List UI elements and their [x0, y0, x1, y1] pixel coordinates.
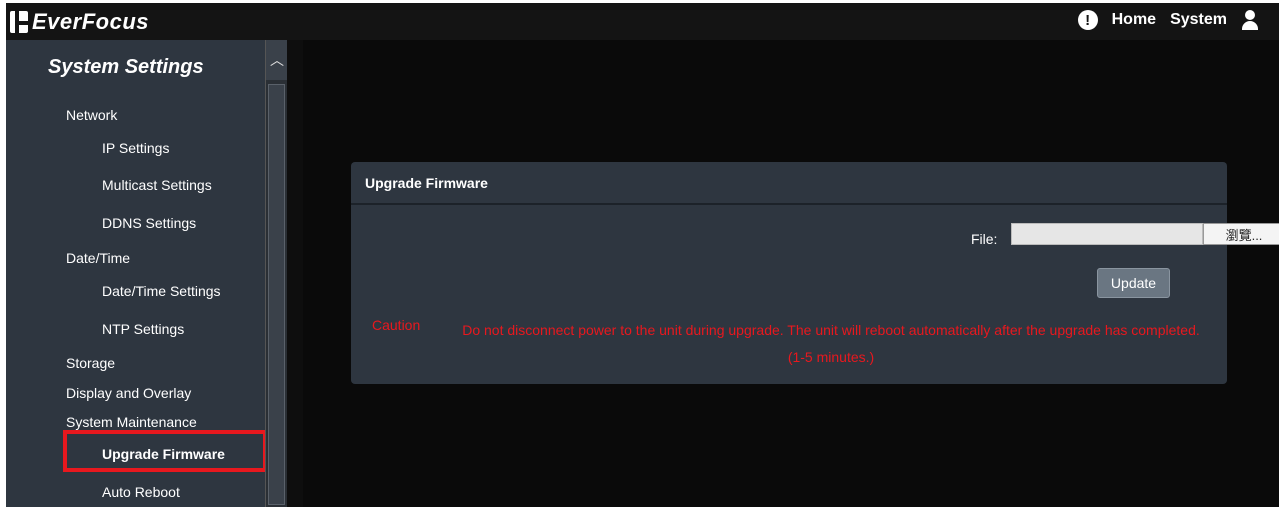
sidebar-item-network[interactable]: Network — [66, 107, 117, 123]
sidebar-scrollbar[interactable]: ︿ — [265, 40, 288, 507]
sidebar-item-system-maintenance[interactable]: System Maintenance — [66, 414, 197, 430]
scrollbar-thumb[interactable] — [268, 84, 285, 505]
divider — [287, 40, 303, 507]
sidebar-item-ddns-settings[interactable]: DDNS Settings — [102, 215, 196, 231]
scroll-up-icon[interactable]: ︿ — [266, 40, 288, 80]
caution-text: Do not disconnect power to the unit duri… — [462, 322, 1200, 365]
file-label: File: — [971, 231, 998, 247]
sidebar-item-date-time-settings[interactable]: Date/Time Settings — [102, 283, 221, 299]
panel-header: Upgrade Firmware — [351, 162, 1227, 205]
system-link[interactable]: System — [1170, 11, 1227, 29]
alert-icon[interactable]: ! — [1077, 10, 1098, 30]
brand-name: EverFocus — [32, 9, 149, 34]
sidebar-title: System Settings — [48, 56, 204, 78]
top-nav: ! Home System — [1077, 10, 1259, 30]
panel-title: Upgrade Firmware — [365, 175, 488, 191]
sidebar-item-date-time[interactable]: Date/Time — [66, 250, 130, 266]
caution-label: Caution — [372, 317, 421, 333]
upgrade-firmware-panel: Upgrade Firmware File: 瀏覽... Update Caut… — [351, 162, 1279, 384]
sidebar: System Settings Network IP Settings Mult… — [6, 40, 267, 507]
everfocus-logo-icon — [10, 11, 28, 33]
app-frame: EverFocus ! Home System System Settings … — [6, 3, 1279, 507]
sidebar-item-auto-reboot[interactable]: Auto Reboot — [102, 484, 180, 500]
sidebar-item-upgrade-firmware[interactable]: Upgrade Firmware — [102, 446, 225, 462]
browse-button[interactable]: 瀏覽... — [1203, 223, 1279, 245]
file-path-input[interactable] — [1011, 223, 1203, 245]
sidebar-item-storage[interactable]: Storage — [66, 355, 115, 371]
sidebar-item-ip-settings[interactable]: IP Settings — [102, 140, 169, 156]
home-link[interactable]: Home — [1112, 11, 1156, 29]
top-bar: EverFocus ! Home System — [6, 3, 1279, 40]
update-button[interactable]: Update — [1097, 268, 1170, 298]
sidebar-item-multicast-settings[interactable]: Multicast Settings — [102, 177, 212, 193]
user-icon[interactable] — [1241, 10, 1259, 30]
sidebar-item-ntp-settings[interactable]: NTP Settings — [102, 321, 184, 337]
sidebar-item-display-and-overlay[interactable]: Display and Overlay — [66, 385, 191, 401]
logo: EverFocus — [10, 8, 149, 36]
